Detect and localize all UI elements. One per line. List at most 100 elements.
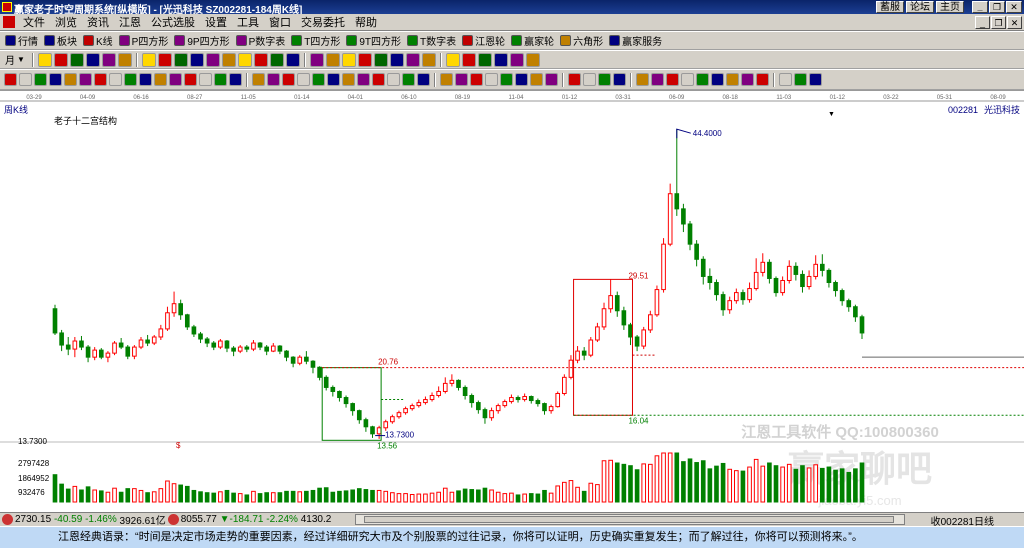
toolbar-button-4[interactable]: 9P四方形 (172, 33, 233, 48)
toolbar-button-6[interactable]: T四方形 (289, 33, 344, 48)
drawing-tool-icon[interactable] (809, 73, 822, 86)
toolbar-button-0[interactable]: 行情 (3, 33, 42, 48)
tool-icon[interactable] (389, 52, 404, 67)
tool-icon[interactable] (117, 52, 132, 67)
tool-icon[interactable] (101, 52, 116, 67)
mdi-restore-button[interactable]: ❐ (991, 15, 1006, 29)
menu-help[interactable]: 帮助 (350, 14, 382, 30)
drawing-tool-icon[interactable] (696, 73, 709, 86)
drawing-tool-icon[interactable] (530, 73, 543, 86)
drawing-tool-icon[interactable] (741, 73, 754, 86)
menu-file[interactable]: 文件 (18, 14, 50, 30)
tool-icon[interactable] (477, 52, 492, 67)
tool-icon[interactable] (421, 52, 436, 67)
tool-icon[interactable] (53, 52, 68, 67)
minimize-button[interactable]: _ (972, 1, 988, 13)
drawing-tool-icon[interactable] (651, 73, 664, 86)
tool-icon[interactable] (157, 52, 172, 67)
drawing-tool-icon[interactable] (470, 73, 483, 86)
drawing-tool-icon[interactable] (681, 73, 694, 86)
toolbar-button-1[interactable]: 板块 (42, 33, 81, 48)
link-service[interactable]: 蓄服 (876, 1, 904, 13)
drawing-tool-icon[interactable] (440, 73, 453, 86)
drawing-tool-icon[interactable] (598, 73, 611, 86)
toolbar-button-7[interactable]: 9T四方形 (344, 33, 405, 48)
tool-icon[interactable] (205, 52, 220, 67)
menu-formula[interactable]: 公式选股 (146, 14, 200, 30)
tool-icon[interactable] (445, 52, 460, 67)
tool-icon[interactable] (173, 52, 188, 67)
drawing-tool-icon[interactable] (666, 73, 679, 86)
menu-browse[interactable]: 浏览 (50, 14, 82, 30)
toolbar-button-12[interactable]: 赢家服务 (607, 33, 666, 48)
drawing-tool-icon[interactable] (568, 73, 581, 86)
toolbar-button-9[interactable]: 江恩轮 (460, 33, 509, 48)
tool-icon[interactable] (85, 52, 100, 67)
drawing-tool-icon[interactable] (515, 73, 528, 86)
tool-icon[interactable] (141, 52, 156, 67)
drawing-tool-icon[interactable] (417, 73, 430, 86)
drawing-tool-icon[interactable] (312, 73, 325, 86)
toolbar-button-2[interactable]: K线 (81, 33, 117, 48)
drawing-tool-icon[interactable] (154, 73, 167, 86)
tool-icon[interactable] (357, 52, 372, 67)
drawing-tool-icon[interactable] (794, 73, 807, 86)
tool-icon[interactable] (253, 52, 268, 67)
tool-icon[interactable] (525, 52, 540, 67)
drawing-tool-icon[interactable] (297, 73, 310, 86)
drawing-tool-icon[interactable] (387, 73, 400, 86)
close-button[interactable]: ✕ (1006, 1, 1022, 13)
tool-icon[interactable] (509, 52, 524, 67)
tool-icon[interactable] (221, 52, 236, 67)
drawing-tool-icon[interactable] (455, 73, 468, 86)
tool-icon[interactable] (325, 52, 340, 67)
tool-icon[interactable] (341, 52, 356, 67)
drawing-tool-icon[interactable] (139, 73, 152, 86)
drawing-tool-icon[interactable] (357, 73, 370, 86)
scrollbar-thumb[interactable] (364, 516, 894, 523)
toolbar-button-11[interactable]: 六角形 (558, 33, 607, 48)
drawing-tool-icon[interactable] (756, 73, 769, 86)
toolbar-button-10[interactable]: 赢家轮 (509, 33, 558, 48)
drawing-tool-icon[interactable] (327, 73, 340, 86)
drawing-tool-icon[interactable] (109, 73, 122, 86)
mdi-close-button[interactable]: ✕ (1007, 15, 1022, 29)
link-forum[interactable]: 论坛 (906, 1, 934, 13)
drawing-tool-icon[interactable] (64, 73, 77, 86)
drawing-tool-icon[interactable] (636, 73, 649, 86)
drawing-tool-icon[interactable] (94, 73, 107, 86)
drawing-tool-icon[interactable] (613, 73, 626, 86)
tool-icon[interactable] (309, 52, 324, 67)
menu-window[interactable]: 窗口 (264, 14, 296, 30)
tool-icon[interactable] (189, 52, 204, 67)
drawing-tool-icon[interactable] (19, 73, 32, 86)
drawing-tool-icon[interactable] (4, 73, 17, 86)
menu-settings[interactable]: 设置 (200, 14, 232, 30)
toolbar-button-3[interactable]: P四方形 (117, 33, 173, 48)
tool-icon[interactable] (285, 52, 300, 67)
horizontal-scrollbar[interactable] (355, 514, 905, 525)
document-icon[interactable] (3, 16, 15, 28)
drawing-tool-icon[interactable] (214, 73, 227, 86)
drawing-tool-icon[interactable] (49, 73, 62, 86)
drawing-tool-icon[interactable] (124, 73, 137, 86)
drawing-tool-icon[interactable] (372, 73, 385, 86)
tool-icon[interactable] (69, 52, 84, 67)
tool-icon[interactable] (405, 52, 420, 67)
toolbar-button-8[interactable]: T数字表 (405, 33, 460, 48)
tool-icon[interactable] (37, 52, 52, 67)
link-home[interactable]: 主页 (936, 1, 964, 13)
drawing-tool-icon[interactable] (169, 73, 182, 86)
drawing-tool-icon[interactable] (252, 73, 265, 86)
menu-tools[interactable]: 工具 (232, 14, 264, 30)
drawing-tool-icon[interactable] (282, 73, 295, 86)
maximize-button[interactable]: ❐ (989, 1, 1005, 13)
tool-icon[interactable] (461, 52, 476, 67)
drawing-tool-icon[interactable] (184, 73, 197, 86)
period-select[interactable]: 月 ▼ (3, 52, 29, 67)
menu-gann[interactable]: 江恩 (114, 14, 146, 30)
drawing-tool-icon[interactable] (779, 73, 792, 86)
toolbar-button-5[interactable]: P数字表 (234, 33, 290, 48)
tool-icon[interactable] (237, 52, 252, 67)
drawing-tool-icon[interactable] (583, 73, 596, 86)
